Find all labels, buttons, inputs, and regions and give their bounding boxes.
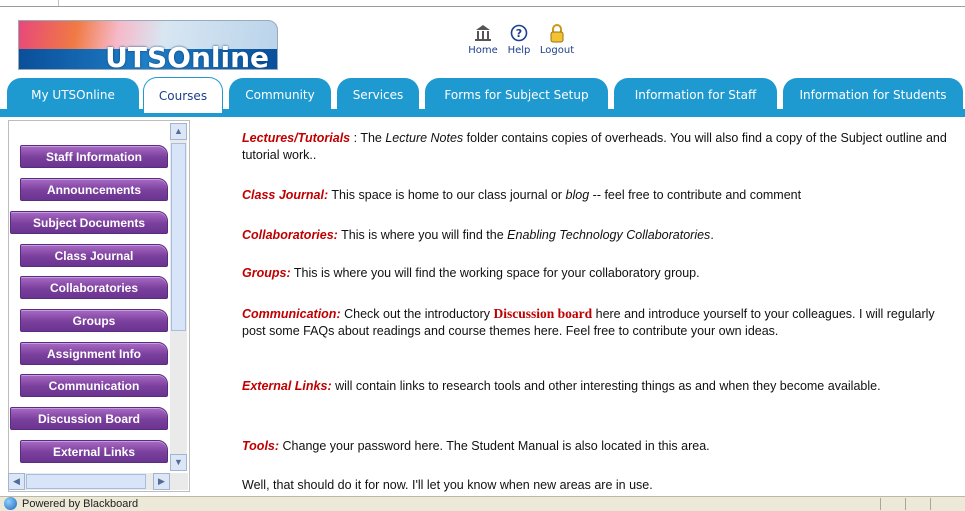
status-divider (930, 498, 931, 510)
tools-link[interactable]: Tools (242, 439, 275, 453)
external-links-link[interactable]: External Links (242, 379, 327, 393)
status-bar: Powered by Blackboard (0, 496, 965, 511)
help-link[interactable]: ? Help (501, 23, 537, 56)
sidebar-item-staff-information[interactable]: Staff Information (20, 145, 168, 168)
home-label: Home (468, 45, 498, 56)
status-divider (905, 498, 906, 510)
tab-community[interactable]: Community (229, 78, 331, 111)
blog-emphasis: blog (565, 188, 590, 202)
frame-divider (58, 0, 59, 6)
journal-paragraph: Class Journal: This space is home to our… (242, 187, 952, 204)
help-icon: ? (510, 23, 528, 43)
home-icon (474, 23, 492, 43)
sidebar-item-class-journal[interactable]: Class Journal (20, 244, 168, 267)
top-navigation: Home ? Help Logout (465, 23, 585, 69)
tools-text: Change your password here. The Student M… (279, 439, 710, 453)
lectures-sep: : (350, 131, 361, 145)
tab-information-for-students[interactable]: Information for Students (783, 78, 963, 111)
sidebar-item-subject-documents[interactable]: Subject Documents (10, 211, 168, 234)
tab-services[interactable]: Services (337, 78, 419, 111)
internet-globe-icon (4, 497, 17, 510)
logout-link[interactable]: Logout (539, 23, 575, 56)
lecture-notes-emphasis: Lecture Notes (385, 131, 464, 145)
sidebar-vertical-scrollbar[interactable]: ▲ ▼ (170, 123, 187, 471)
status-text: Powered by Blackboard (22, 498, 139, 510)
communication-paragraph: Communication: Check out the introductor… (242, 305, 952, 340)
scroll-up-icon[interactable]: ▲ (170, 123, 187, 140)
lectures-paragraph: Lectures/Tutorials : The Lecture Notes f… (242, 130, 952, 164)
logout-label: Logout (539, 45, 575, 56)
scroll-right-icon[interactable]: ▶ (153, 473, 170, 490)
communication-link[interactable]: Communication (242, 307, 336, 321)
sidebar-item-discussion-board[interactable]: Discussion Board (10, 407, 168, 430)
groups-text: This is where you will find the working … (290, 266, 700, 280)
lectures-text-1: The (360, 131, 386, 145)
main-content: Lectures/Tutorials : The Lecture Notes f… (196, 120, 965, 492)
external-links-paragraph: External Links: will contain links to re… (242, 378, 952, 395)
sidebar-item-communication[interactable]: Communication (20, 374, 168, 397)
communication-text-1: Check out the introductory (340, 307, 494, 321)
discussion-board-link[interactable]: Discussion board (493, 306, 592, 321)
collaboratories-paragraph: Collaboratories: This is where you will … (242, 227, 952, 244)
lectures-tutorials-link[interactable]: Lectures/Tutorials (242, 131, 350, 145)
utsonline-logo[interactable]: UTSOnline (18, 20, 278, 70)
external-text: will contain links to research tools and… (331, 379, 881, 393)
collab-text-2: . (710, 228, 714, 242)
enabling-technology-emphasis: Enabling Technology Collaboratories (507, 228, 711, 242)
collaboratories-link[interactable]: Collaboratories: (242, 228, 338, 242)
window-top-border (0, 0, 965, 7)
groups-paragraph: Groups: This is where you will find the … (242, 265, 952, 282)
help-label: Help (507, 45, 531, 56)
course-menu-panel (8, 120, 190, 492)
sidebar-item-groups[interactable]: Groups (20, 309, 168, 332)
scroll-left-icon[interactable]: ◀ (8, 473, 25, 490)
journal-text-1: This space is home to our class journal … (328, 188, 566, 202)
tools-paragraph: Tools: Change your password here. The St… (242, 438, 952, 455)
sidebar-item-collaboratories[interactable]: Collaboratories (20, 276, 168, 299)
sidebar-item-external-links[interactable]: External Links (20, 440, 168, 463)
tab-my-utsonline[interactable]: My UTSOnline (7, 78, 139, 111)
collab-text-1: This is where you will find the (337, 228, 508, 242)
sidebar-horizontal-scrollbar[interactable]: ◀ ▶ (8, 473, 188, 490)
svg-text:?: ? (516, 27, 522, 40)
scroll-thumb[interactable] (171, 143, 186, 331)
header: UTSOnline Home ? Help Logout (0, 7, 965, 71)
tab-forms-for-subject-setup[interactable]: Forms for Subject Setup (425, 78, 608, 111)
scroll-down-icon[interactable]: ▼ (170, 454, 187, 471)
closing-paragraph: Well, that should do it for now. I'll le… (242, 478, 653, 492)
sidebar-item-assignment-info[interactable]: Assignment Info (20, 342, 168, 365)
sidebar-item-announcements[interactable]: Announcements (20, 178, 168, 201)
tab-courses[interactable]: Courses (143, 77, 223, 113)
logo-text: UTSOnline (105, 41, 269, 70)
status-divider (880, 498, 881, 510)
home-link[interactable]: Home (465, 23, 501, 56)
groups-link[interactable]: Groups: (242, 266, 291, 280)
class-journal-link[interactable]: Class Journal (242, 188, 324, 202)
hscroll-thumb[interactable] (26, 474, 146, 489)
journal-text-2: -- feel free to contribute and comment (589, 188, 802, 202)
lock-icon (548, 23, 566, 43)
tab-information-for-staff[interactable]: Information for Staff (614, 78, 777, 111)
